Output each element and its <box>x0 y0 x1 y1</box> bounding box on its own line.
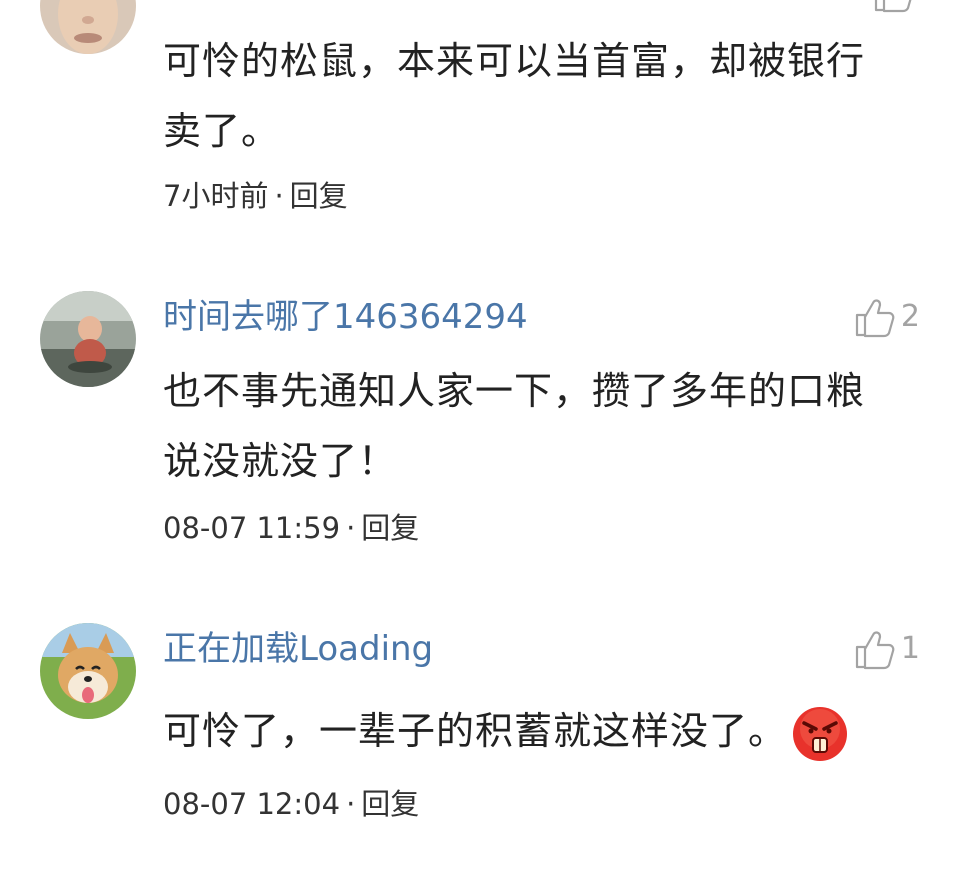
comment-text: 可怜了，一辈子的积蓄就这样没了。 <box>163 696 903 766</box>
like-button[interactable]: 1 <box>853 627 920 671</box>
like-count: 2 <box>900 299 920 334</box>
like-button[interactable]: 2 <box>853 295 920 339</box>
separator: · <box>274 179 284 213</box>
thumbs-up-icon <box>855 631 895 670</box>
angry-face-icon <box>793 706 848 761</box>
comment-text: 也不事先通知人家一下，攒了多年的口粮说没就没了！ <box>163 369 866 483</box>
avatar[interactable] <box>40 0 136 54</box>
avatar[interactable] <box>40 291 136 387</box>
comment-text: 可怜的松鼠，本来可以当首富，却被银行卖了。 <box>163 39 866 153</box>
thumbs-up-icon <box>874 0 912 13</box>
comment-meta: 08-07 11:59 · 回复 <box>163 510 419 546</box>
person-face-icon <box>40 0 136 54</box>
thumbs-up-icon <box>855 299 895 338</box>
reply-link[interactable]: 回复 <box>361 787 419 821</box>
comment-time: 08-07 11:59 <box>163 511 341 545</box>
comment-username[interactable]: 正在加载Loading <box>163 629 433 669</box>
separator: · <box>346 787 356 821</box>
shiba-dog-icon <box>40 623 136 719</box>
comment-time: 7小时前 <box>163 179 269 213</box>
dashboard-figurine-icon <box>40 291 136 387</box>
reply-link[interactable]: 回复 <box>361 511 419 545</box>
avatar[interactable] <box>40 623 136 719</box>
like-button[interactable] <box>872 0 920 14</box>
comment-username[interactable]: 时间去哪了146364294 <box>163 297 528 337</box>
comment-time: 08-07 12:04 <box>163 787 341 821</box>
reply-link[interactable]: 回复 <box>290 179 348 213</box>
comment-meta: 08-07 12:04 · 回复 <box>163 786 419 822</box>
comment-meta: 7小时前 · 回复 <box>163 178 348 214</box>
comment-text-body: 可怜了，一辈子的积蓄就这样没了。 <box>163 709 788 753</box>
angry-face-emoji <box>791 705 849 763</box>
separator: · <box>346 511 356 545</box>
like-count: 1 <box>900 631 920 666</box>
